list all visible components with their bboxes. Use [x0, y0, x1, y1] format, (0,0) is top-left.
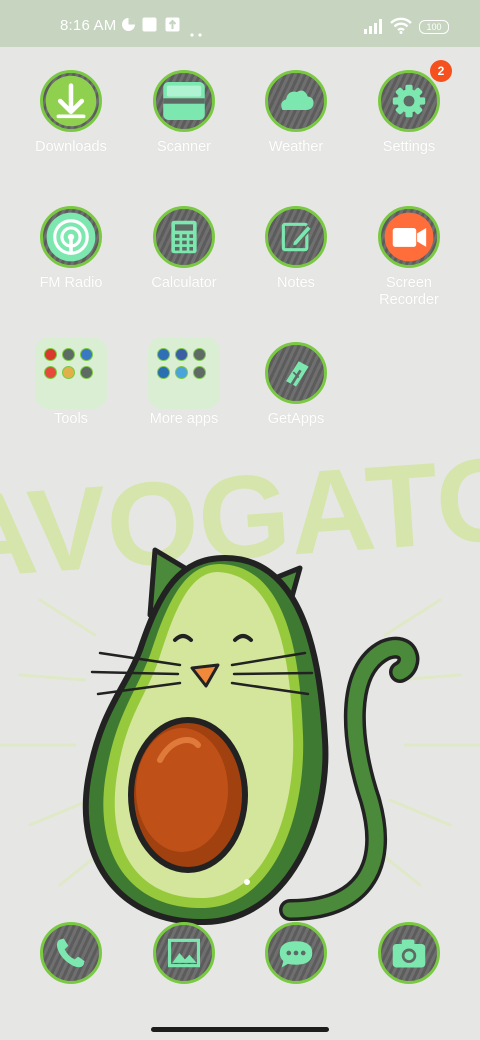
status-bar: 8:16 AM 100: [0, 0, 480, 47]
scanner-icon: [163, 82, 205, 120]
app-downloads[interactable]: Downloads: [15, 70, 127, 156]
app-notes[interactable]: Notes: [240, 206, 352, 292]
page-indicator-dot[interactable]: [244, 879, 250, 885]
app-icon-circle: [265, 342, 327, 404]
home-indicator[interactable]: [151, 1027, 329, 1032]
radio-icon: [46, 212, 96, 262]
folder-mini-app-icon: [157, 348, 170, 361]
app-icon-circle: [378, 70, 440, 132]
app-screen-recorder[interactable]: Screen Recorder: [353, 206, 465, 309]
app-tools[interactable]: Tools: [15, 337, 127, 428]
app-label: FM Radio: [39, 275, 103, 291]
app-icon-circle: [153, 206, 215, 268]
app-calculator[interactable]: Calculator: [128, 206, 240, 292]
notification-app-icon: [121, 17, 136, 37]
app-settings[interactable]: Settings: [353, 70, 465, 156]
app-getapps[interactable]: GetApps: [240, 342, 352, 428]
app-label: GetApps: [267, 411, 325, 427]
battery-icon: 100: [419, 20, 449, 34]
video-camera-icon: [384, 212, 434, 262]
folder-mini-app-icon: [62, 366, 75, 379]
calculator-icon: [171, 220, 197, 254]
app-weather[interactable]: Weather: [240, 70, 352, 156]
phone-icon: [56, 938, 85, 968]
folder-mini-app-icon: [193, 366, 206, 379]
app-more-apps[interactable]: More apps: [128, 337, 240, 428]
app-scanner[interactable]: Scanner: [128, 70, 240, 156]
folder-mini-app-icon: [44, 348, 57, 361]
chat-bubble-icon: [279, 941, 313, 968]
app-icon-circle: [153, 70, 215, 132]
cloud-icon: [281, 90, 314, 111]
folder-icon: [148, 337, 220, 409]
dock-icon-circle: [265, 922, 327, 984]
app-icon-circle: [378, 206, 440, 268]
gear-icon: [392, 84, 426, 118]
folder-mini-app-icon: [80, 366, 93, 379]
app-label: Notes: [277, 275, 315, 291]
camera-icon: [392, 939, 426, 968]
app-label: Scanner: [156, 139, 211, 155]
folder-mini-app-icon: [175, 348, 188, 361]
dock-phone[interactable]: [15, 922, 127, 984]
settings-notification-badge: 2: [430, 60, 452, 82]
dock-icon-circle: [378, 922, 440, 984]
folder-mini-app-icon: [80, 348, 93, 361]
app-fm-radio[interactable]: FM Radio: [15, 206, 127, 292]
app-icon-circle: [265, 70, 327, 132]
dock-icon-circle: [153, 922, 215, 984]
signal-icon: [364, 19, 386, 39]
folder-mini-app-icon: [157, 366, 170, 379]
app-icon-circle: [40, 206, 102, 268]
app-label: Downloads: [35, 139, 107, 155]
note-pencil-icon: [281, 222, 313, 252]
folder-mini-app-icon: [62, 348, 75, 361]
more-dots-icon: [190, 24, 204, 42]
download-arrow-icon: [45, 75, 97, 127]
folder-mini-app-icon: [175, 366, 188, 379]
image-icon: [167, 938, 201, 968]
folder-mini-app-icon: [193, 348, 206, 361]
dock-messages[interactable]: [240, 922, 352, 984]
app-label: Calculator: [151, 275, 217, 291]
dock-icon-circle: [40, 922, 102, 984]
avocado-cat-wallpaper: AVOGATO: [0, 440, 480, 926]
dock-camera[interactable]: [353, 922, 465, 984]
dock-gallery[interactable]: [128, 922, 240, 984]
app-label: Screen Recorder: [379, 275, 439, 308]
app-icon-circle: [40, 70, 102, 132]
app-label: More apps: [149, 411, 219, 427]
app-label: Settings: [382, 139, 436, 155]
tag-icon: [286, 361, 309, 387]
wifi-icon: [390, 17, 412, 39]
app-icon-circle: [265, 206, 327, 268]
folder-icon: [35, 337, 107, 409]
folder-mini-app-icon: [44, 366, 57, 379]
download-notification-icon: [165, 17, 180, 37]
app-label: Weather: [268, 139, 324, 155]
status-time: 8:16 AM: [60, 17, 117, 34]
square-notification-icon: [142, 17, 157, 37]
app-label: Tools: [54, 411, 88, 427]
